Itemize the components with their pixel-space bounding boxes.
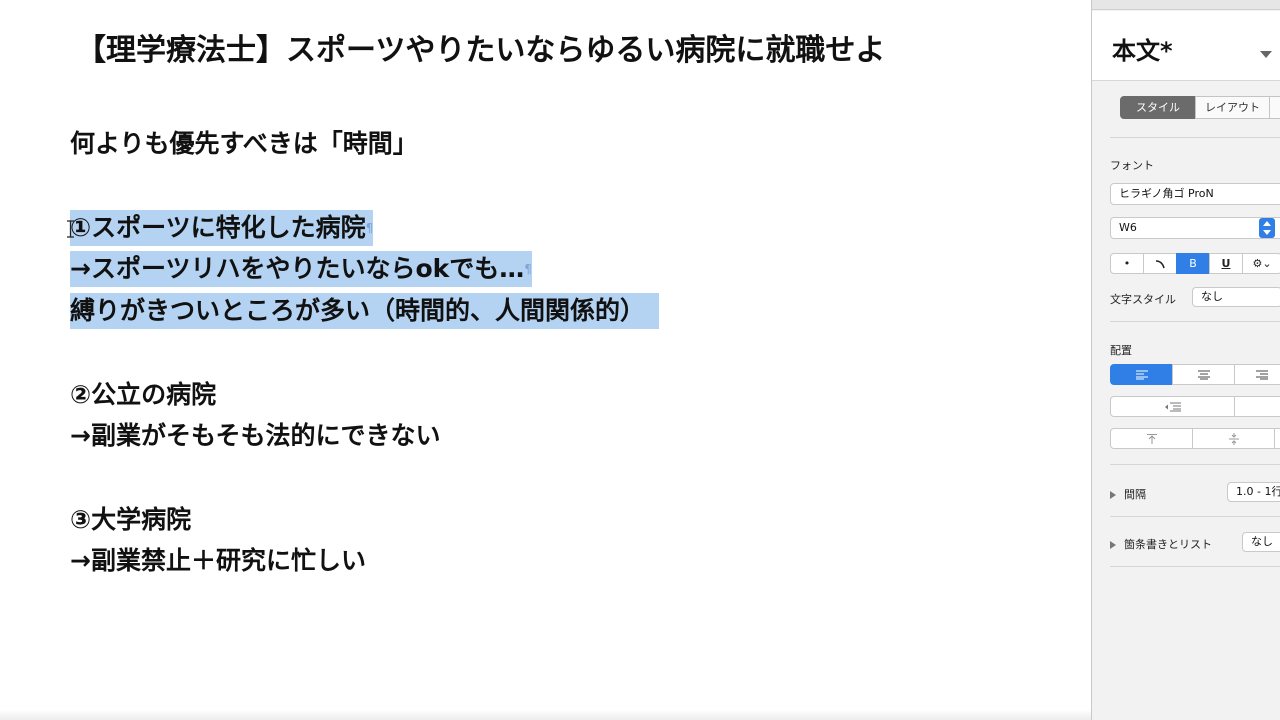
align-bottom-button[interactable] bbox=[1274, 428, 1280, 449]
curve-icon bbox=[1155, 260, 1165, 269]
tab-layout[interactable]: レイアウト bbox=[1195, 96, 1270, 119]
item-2-line-1[interactable]: →副業がそもそも法的にできない bbox=[70, 419, 440, 453]
align-middle-icon bbox=[1228, 432, 1239, 445]
font-weight-popup[interactable]: W6 bbox=[1110, 217, 1280, 239]
spacing-label: 間隔 bbox=[1124, 488, 1146, 501]
ibeam-cursor-icon bbox=[67, 220, 74, 238]
inspector-top-strip bbox=[1092, 0, 1280, 10]
document-title[interactable]: 【理学療法士】スポーツやりたいならゆるい病院に就職せよ bbox=[76, 32, 885, 70]
bullets-label: 箇条書きとリスト bbox=[1124, 538, 1212, 551]
align-right-button[interactable] bbox=[1234, 364, 1280, 385]
divider bbox=[1110, 137, 1280, 138]
italic-button[interactable] bbox=[1143, 253, 1177, 274]
selected-text: ①スポーツに特化した病院¶ bbox=[70, 210, 374, 246]
decrease-indent-button[interactable] bbox=[1110, 396, 1235, 417]
alignment-section-label: 配置 bbox=[1110, 344, 1132, 357]
char-style-label: 文字スタイル bbox=[1110, 293, 1176, 306]
item-1-line-2[interactable]: 縛りがきついところが多い（時間的、人間関係的） bbox=[70, 293, 660, 329]
divider bbox=[1110, 321, 1280, 322]
divider bbox=[1110, 464, 1280, 465]
font-weight-value: W6 bbox=[1119, 221, 1137, 234]
selected-text: 縛りがきついところが多い（時間的、人間関係的） bbox=[70, 293, 660, 329]
gear-icon: ⚙⌄ bbox=[1252, 257, 1272, 270]
chevron-down-icon[interactable] bbox=[1260, 51, 1272, 58]
align-center-icon bbox=[1197, 370, 1210, 379]
paragraph-style-selector[interactable]: 本文* bbox=[1092, 11, 1280, 81]
pilcrow-icon: ¶ bbox=[524, 262, 532, 276]
item-1-heading[interactable]: ①スポーツに特化した病院¶ bbox=[70, 210, 374, 246]
tab-style[interactable]: スタイル bbox=[1120, 96, 1196, 119]
bullets-disclosure[interactable]: 箇条書きとリスト bbox=[1110, 536, 1212, 552]
item-2-heading[interactable]: ②公立の病院 bbox=[70, 378, 216, 412]
spacing-disclosure[interactable]: 間隔 bbox=[1110, 486, 1146, 502]
disclosure-triangle-icon bbox=[1110, 491, 1116, 499]
spacing-popup[interactable]: 1.0 - 1行 bbox=[1227, 482, 1280, 502]
char-style-popup[interactable]: なし bbox=[1192, 287, 1280, 307]
align-right-icon bbox=[1256, 370, 1268, 379]
item-3-heading[interactable]: ③大学病院 bbox=[70, 503, 191, 537]
indent-buttons bbox=[1110, 396, 1280, 417]
bullets-popup[interactable]: なし bbox=[1242, 532, 1280, 552]
align-top-button[interactable] bbox=[1110, 428, 1193, 449]
item-1-line-1[interactable]: →スポーツリハをやりたいならokでも…¶ bbox=[70, 251, 532, 287]
document-canvas[interactable]: 【理学療法士】スポーツやりたいならゆるい病院に就職せよ 何よりも優先すべきは「時… bbox=[0, 0, 1091, 720]
outdent-icon bbox=[1164, 402, 1181, 411]
align-middle-button[interactable] bbox=[1192, 428, 1275, 449]
text-format-buttons: • B U ⚙⌄ bbox=[1110, 253, 1280, 274]
format-inspector: 本文* スタイル レイアウト フォント ヒラギノ角ゴ ProN W6 • B U… bbox=[1091, 0, 1280, 720]
font-family-popup[interactable]: ヒラギノ角ゴ ProN bbox=[1110, 183, 1280, 205]
bold-button[interactable]: B bbox=[1176, 253, 1210, 274]
alignment-buttons bbox=[1110, 364, 1280, 385]
divider bbox=[1110, 516, 1280, 517]
align-left-icon bbox=[1135, 370, 1148, 379]
pilcrow-icon: ¶ bbox=[365, 221, 374, 235]
underline-button[interactable]: U bbox=[1209, 253, 1243, 274]
tab-more[interactable] bbox=[1269, 96, 1280, 119]
align-left-button[interactable] bbox=[1110, 364, 1173, 385]
font-section-label: フォント bbox=[1110, 159, 1154, 172]
bullet-button[interactable]: • bbox=[1110, 253, 1144, 274]
paragraph-style-name: 本文* bbox=[1112, 37, 1173, 65]
align-top-icon bbox=[1146, 433, 1157, 444]
disclosure-triangle-icon bbox=[1110, 541, 1116, 549]
item-3-line-1[interactable]: →副業禁止＋研究に忙しい bbox=[70, 544, 366, 578]
align-center-button[interactable] bbox=[1172, 364, 1235, 385]
divider bbox=[1110, 566, 1280, 567]
vertical-align-buttons bbox=[1110, 428, 1280, 449]
intro-line[interactable]: 何よりも優先すべきは「時間」 bbox=[70, 127, 418, 161]
selected-text: →スポーツリハをやりたいならokでも…¶ bbox=[70, 251, 532, 287]
font-weight-stepper[interactable] bbox=[1259, 218, 1275, 238]
text-options-gear-button[interactable]: ⚙⌄ bbox=[1242, 253, 1280, 274]
increase-indent-button[interactable] bbox=[1234, 396, 1280, 417]
bottom-shadow bbox=[0, 710, 1091, 720]
